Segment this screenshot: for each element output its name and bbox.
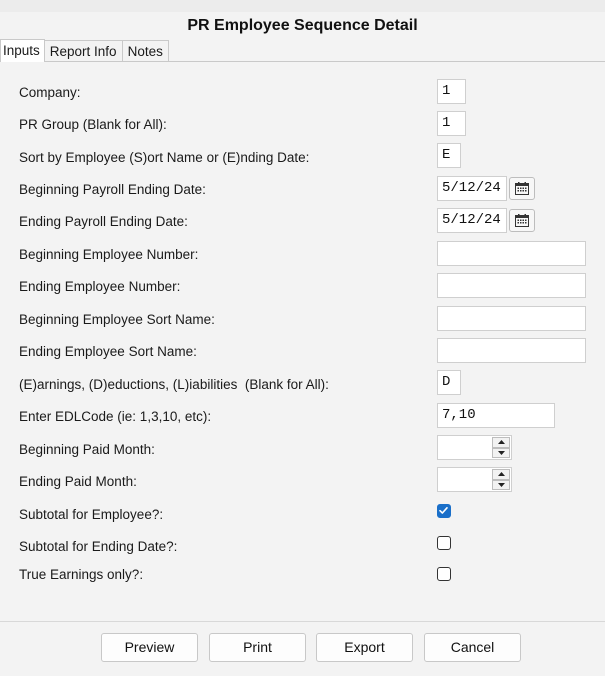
print-button[interactable]: Print: [209, 633, 306, 662]
true-earnings-only-checkbox[interactable]: [437, 567, 451, 581]
end-paid-month-spinner[interactable]: [437, 467, 512, 492]
window-title: PR Employee Sequence Detail: [187, 17, 418, 34]
tab-inputs[interactable]: Inputs: [0, 39, 45, 62]
preview-button[interactable]: Preview: [101, 633, 198, 662]
tab-report-info[interactable]: Report Info: [43, 40, 123, 61]
end-date-calendar-button[interactable]: [509, 209, 535, 232]
begin-payroll-end-date-input[interactable]: 5/12/24: [437, 176, 507, 201]
edl-code-input[interactable]: 7,10: [437, 403, 555, 428]
end-employee-sort-name-input[interactable]: [437, 338, 586, 363]
end-payroll-end-date-input[interactable]: 5/12/24: [437, 208, 507, 233]
pr-group-input[interactable]: 1: [437, 111, 466, 136]
subtotal-employee-checkbox[interactable]: [437, 504, 451, 518]
company-label: Company:: [19, 85, 81, 100]
subtotal-ending-date-label: Subtotal for Ending Date?:: [19, 539, 178, 554]
end-paid-month-label: Ending Paid Month:: [19, 474, 137, 489]
true-earnings-only-label: True Earnings only?:: [19, 567, 144, 582]
tab-bar: Inputs Report Info Notes: [0, 39, 169, 62]
sort-by-input[interactable]: E: [437, 143, 461, 168]
begin-paid-month-spin-buttons: [492, 437, 510, 458]
end-employee-sort-name-label: Ending Employee Sort Name:: [19, 344, 197, 359]
end-paid-month-spin-buttons: [492, 469, 510, 490]
spin-down-icon[interactable]: [492, 479, 510, 490]
calendar-icon: [515, 214, 529, 227]
subtotal-employee-label: Subtotal for Employee?:: [19, 507, 164, 522]
button-bar: Preview Print Export Cancel: [0, 621, 605, 676]
begin-date-calendar-button[interactable]: [509, 177, 535, 200]
begin-payroll-end-date-label: Beginning Payroll Ending Date:: [19, 182, 206, 197]
sort-by-label: Sort by Employee (S)ort Name or (E)nding…: [19, 150, 310, 165]
edl-type-input[interactable]: D: [437, 370, 461, 395]
title-bar-strip: [0, 0, 605, 12]
tab-notes[interactable]: Notes: [121, 40, 169, 61]
inputs-panel: Company: 1 PR Group (Blank for All): 1 S…: [0, 61, 605, 622]
end-payroll-end-date-label: Ending Payroll Ending Date:: [19, 214, 188, 229]
calendar-icon: [515, 182, 529, 195]
edl-code-label: Enter EDLCode (ie: 1,3,10, etc):: [19, 409, 212, 424]
spin-up-icon[interactable]: [492, 469, 510, 480]
end-employee-number-label: Ending Employee Number:: [19, 279, 181, 294]
checkmark-icon: [439, 507, 448, 514]
begin-paid-month-label: Beginning Paid Month:: [19, 442, 155, 457]
export-button[interactable]: Export: [316, 633, 413, 662]
company-input[interactable]: 1: [437, 79, 466, 104]
end-employee-number-input[interactable]: [437, 273, 586, 298]
pr-group-label: PR Group (Blank for All):: [19, 117, 167, 132]
begin-employee-number-label: Beginning Employee Number:: [19, 247, 199, 262]
begin-paid-month-spinner[interactable]: [437, 435, 512, 460]
begin-employee-sort-name-input[interactable]: [437, 306, 586, 331]
edl-type-label: (E)arnings, (D)eductions, (L)iabilities …: [19, 377, 329, 392]
begin-employee-number-input[interactable]: [437, 241, 586, 266]
spin-down-icon[interactable]: [492, 447, 510, 458]
subtotal-ending-date-checkbox[interactable]: [437, 536, 451, 550]
spin-up-icon[interactable]: [492, 437, 510, 448]
cancel-button[interactable]: Cancel: [424, 633, 521, 662]
begin-employee-sort-name-label: Beginning Employee Sort Name:: [19, 312, 215, 327]
